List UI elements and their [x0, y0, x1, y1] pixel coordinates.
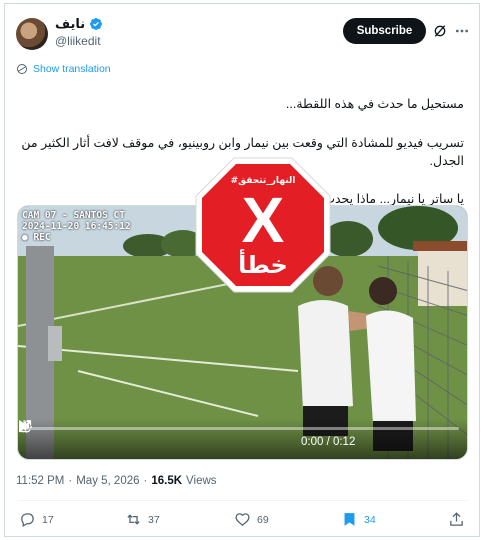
subscribe-button[interactable]: Subscribe [343, 18, 426, 44]
globe-icon [17, 64, 27, 74]
video-controls: 0:00 / 0:12 [18, 419, 467, 459]
more-dots-icon[interactable] [454, 23, 470, 39]
video-progress-bar[interactable] [26, 427, 459, 430]
rec-label: REC [33, 232, 51, 243]
grok-icon[interactable] [432, 23, 448, 39]
repost-icon [127, 514, 140, 525]
show-translation-link[interactable]: Show translation [16, 63, 111, 75]
fullscreen-icon[interactable] [18, 419, 32, 433]
author-handle[interactable]: @liikedit [55, 34, 101, 48]
reply-icon [21, 513, 34, 528]
repost-count: 37 [148, 513, 160, 526]
author-name-row[interactable]: نايف [55, 16, 103, 32]
avatar[interactable] [16, 18, 48, 50]
share-icon [450, 512, 463, 526]
bookmark-count: 34 [364, 513, 376, 526]
verified-badge-icon [90, 18, 103, 30]
show-translation-label[interactable]: Show translation [33, 63, 111, 75]
tweet-time[interactable]: 11:52 PM [16, 475, 64, 487]
views-count: 16.5K [151, 475, 183, 487]
bookmark-icon [344, 513, 355, 526]
stamp-x-mark: X [242, 184, 285, 256]
tweet-text-line-1: مستحيل ما حدث في هذه اللقطة... [285, 96, 464, 111]
camera-overlay: CAM 07 - SANTOS CT 2024-11-20 16:45:12 ●… [22, 210, 131, 243]
cam-timestamp: 2024-11-20 16:45:12 [22, 221, 131, 232]
video-time: 0:00 / 0:12 [301, 436, 356, 448]
bookmark-button[interactable]: 34 [341, 511, 376, 528]
stamp-verdict: خطأ [238, 249, 288, 279]
reply-count: 17 [42, 513, 54, 526]
meta-separator-1: · [68, 475, 73, 487]
views-label: Views [186, 475, 217, 487]
like-button[interactable]: 69 [234, 511, 269, 528]
reply-button[interactable]: 17 [19, 511, 54, 528]
tweet-meta: 11:52 PM · May 5, 2026 · 16.5K Views [16, 475, 217, 487]
display-name[interactable]: نايف [55, 16, 85, 32]
share-button[interactable] [448, 511, 465, 528]
heart-icon [235, 513, 250, 526]
cam-label: CAM 07 - SANTOS CT [22, 210, 125, 221]
fact-check-false-stamp: #النهار_تتحقق X خطأ [195, 157, 331, 293]
divider [17, 500, 467, 501]
repost-button[interactable]: 37 [125, 511, 160, 528]
rec-indicator: ● [22, 232, 34, 243]
tweet-date[interactable]: May 5, 2026 [76, 475, 139, 487]
like-count: 69 [257, 513, 269, 526]
meta-separator-2: · [143, 475, 148, 487]
